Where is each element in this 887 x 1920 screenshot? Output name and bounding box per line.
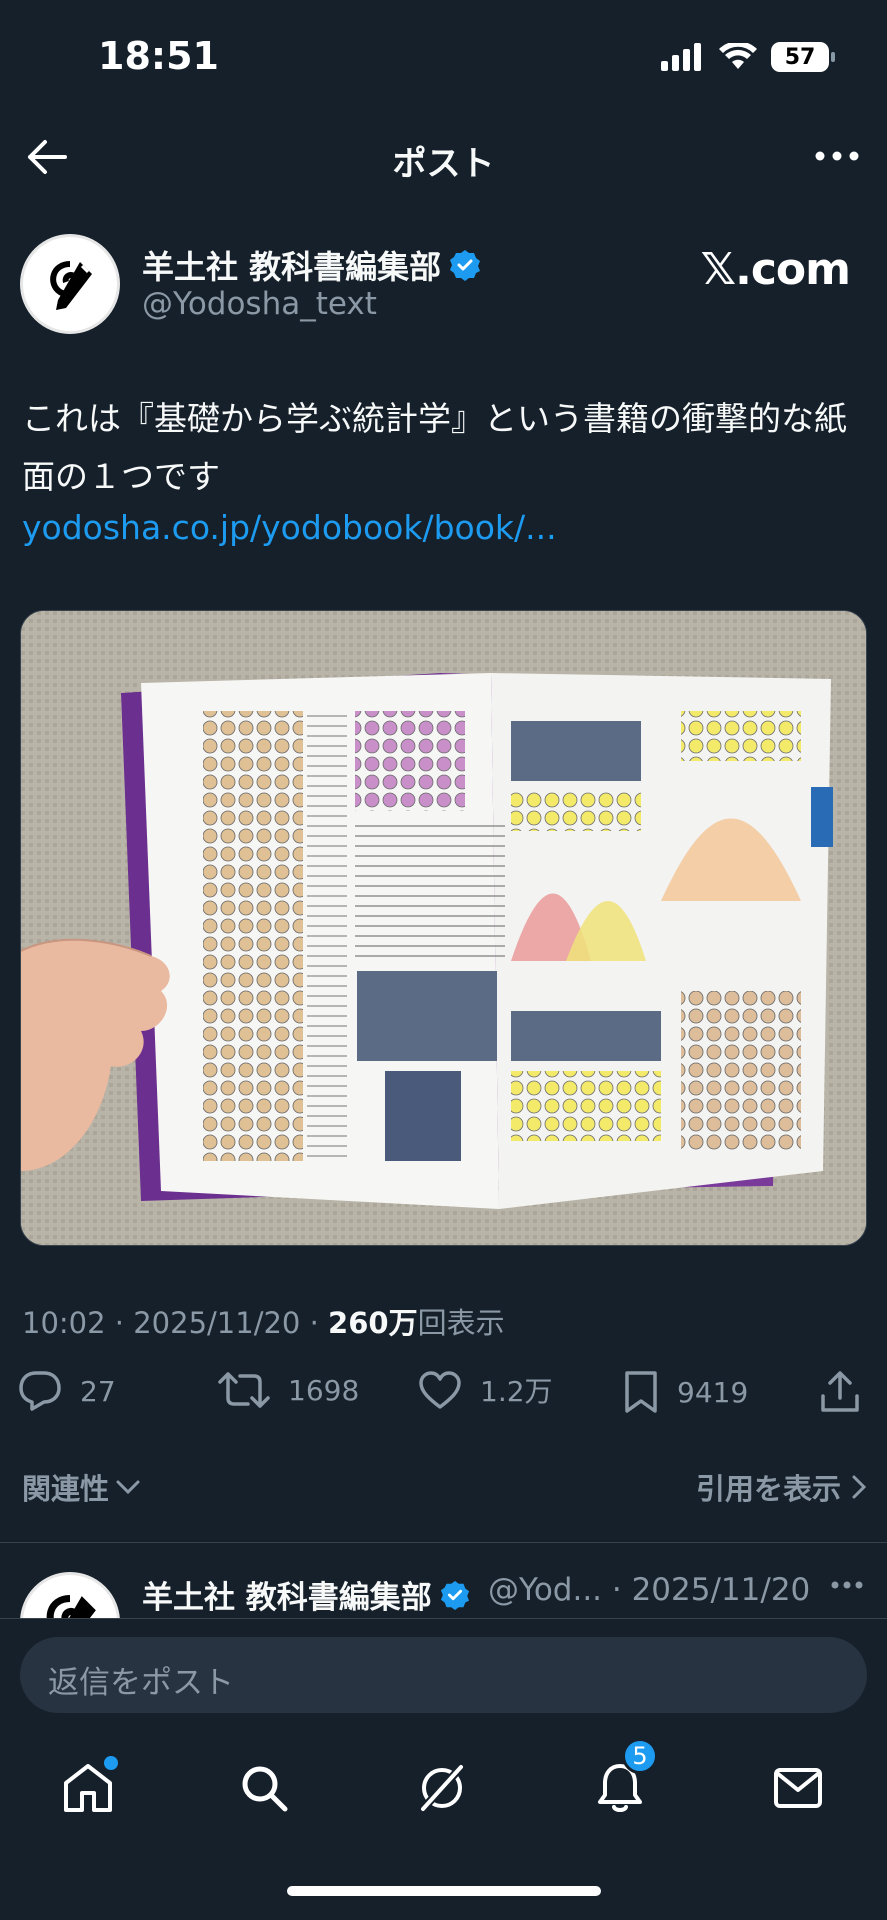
reply-sort-row: 関連性 引用を表示 [22,1466,867,1516]
post-text: これは『基礎から学ぶ統計学』という書籍の衝撃的な紙面の１つです [22,399,847,496]
heart-icon [419,1371,461,1409]
author-name-text: 羊土社 教科書編集部 [142,248,442,286]
source-watermark: 𝕏.com [700,244,851,295]
mail-icon [774,1768,822,1808]
view-quotes-label: 引用を表示 [695,1472,841,1506]
reply-input[interactable]: 返信をポスト [20,1637,867,1713]
signal-icon [661,43,701,71]
page-title: ポスト [392,144,495,184]
repost-count: 1698 [288,1373,360,1407]
chevron-down-icon [116,1480,140,1495]
post-author: 羊土社 教科書編集部 @Yodosha_text 𝕏.com [20,234,870,344]
post-image[interactable] [20,610,867,1246]
status-bar: 18:51 57 [0,0,887,110]
more-options-button[interactable] [809,134,865,178]
home-icon [64,1764,112,1812]
pencil-logo-icon [46,1594,96,1618]
reply-count: 27 [80,1374,116,1408]
tab-messages[interactable] [768,1758,828,1818]
sort-label: 関連性 [22,1472,110,1506]
chevron-right-icon [852,1475,867,1499]
bottom-tab-bar: 5 [0,1738,887,1834]
sort-dropdown[interactable]: 関連性 [22,1466,141,1508]
search-icon [242,1766,288,1812]
top-nav: ポスト [0,120,887,196]
reply-author-name[interactable]: 羊土社 教科書編集部 [142,1572,470,1617]
share-button[interactable] [820,1370,860,1414]
verified-badge-icon [450,250,481,281]
reply-button[interactable]: 27 [18,1370,116,1412]
avatar[interactable] [20,234,120,334]
reply-avatar[interactable] [20,1572,120,1618]
author-handle[interactable]: @Yodosha_text [142,286,377,322]
wifi-icon [719,43,757,69]
more-horizontal-icon [815,151,859,161]
more-horizontal-icon [831,1581,863,1589]
verified-badge-icon [440,1580,469,1610]
repost-icon [218,1372,270,1408]
tab-home[interactable] [58,1756,118,1818]
home-notification-dot [104,1756,118,1770]
like-button[interactable]: 1.2万 [418,1370,553,1410]
post-actions: 27 1698 1.2万 9419 [18,1370,870,1426]
pencil-logo-icon [50,261,92,310]
status-time: 18:51 [98,34,219,78]
post-link[interactable]: yodosha.co.jp/yodobook/book/... [22,508,557,547]
bookmark-count: 9419 [677,1375,749,1409]
views-suffix: 回表示 [417,1306,505,1340]
divider [0,1542,887,1543]
book-photo [21,611,866,1245]
status-icons: 57 [661,42,835,72]
home-indicator [287,1886,601,1896]
reply-more-button[interactable] [831,1574,863,1593]
bookmark-button[interactable]: 9419 [623,1370,748,1414]
reply-icon [19,1371,61,1411]
tab-grok[interactable] [412,1758,472,1818]
post-meta: 10:02 · 2025/11/20 · 260万回表示 [22,1300,505,1342]
tab-search[interactable] [234,1758,294,1818]
view-quotes-link[interactable]: 引用を表示 [696,1466,867,1508]
post-timestamp[interactable]: 10:02 · 2025/11/20 · [22,1306,328,1340]
reply-handle-date: @Yod... · 2025/11/20 [488,1572,811,1608]
battery-indicator: 57 [771,42,835,72]
bookmark-icon [625,1371,657,1413]
reply-item[interactable]: 羊土社 教科書編集部 @Yod... · 2025/11/20 [0,1548,887,1618]
view-count: 260万 [328,1306,418,1340]
notifications-badge: 5 [622,1738,658,1774]
share-icon [821,1371,859,1412]
reply-author-text: 羊土社 教科書編集部 [142,1580,432,1616]
tab-notifications[interactable]: 5 [590,1738,658,1818]
grok-icon [418,1762,466,1814]
repost-button[interactable]: 1698 [218,1370,359,1410]
author-name[interactable]: 羊土社 教科書編集部 [142,242,481,288]
like-count: 1.2万 [480,1375,553,1408]
